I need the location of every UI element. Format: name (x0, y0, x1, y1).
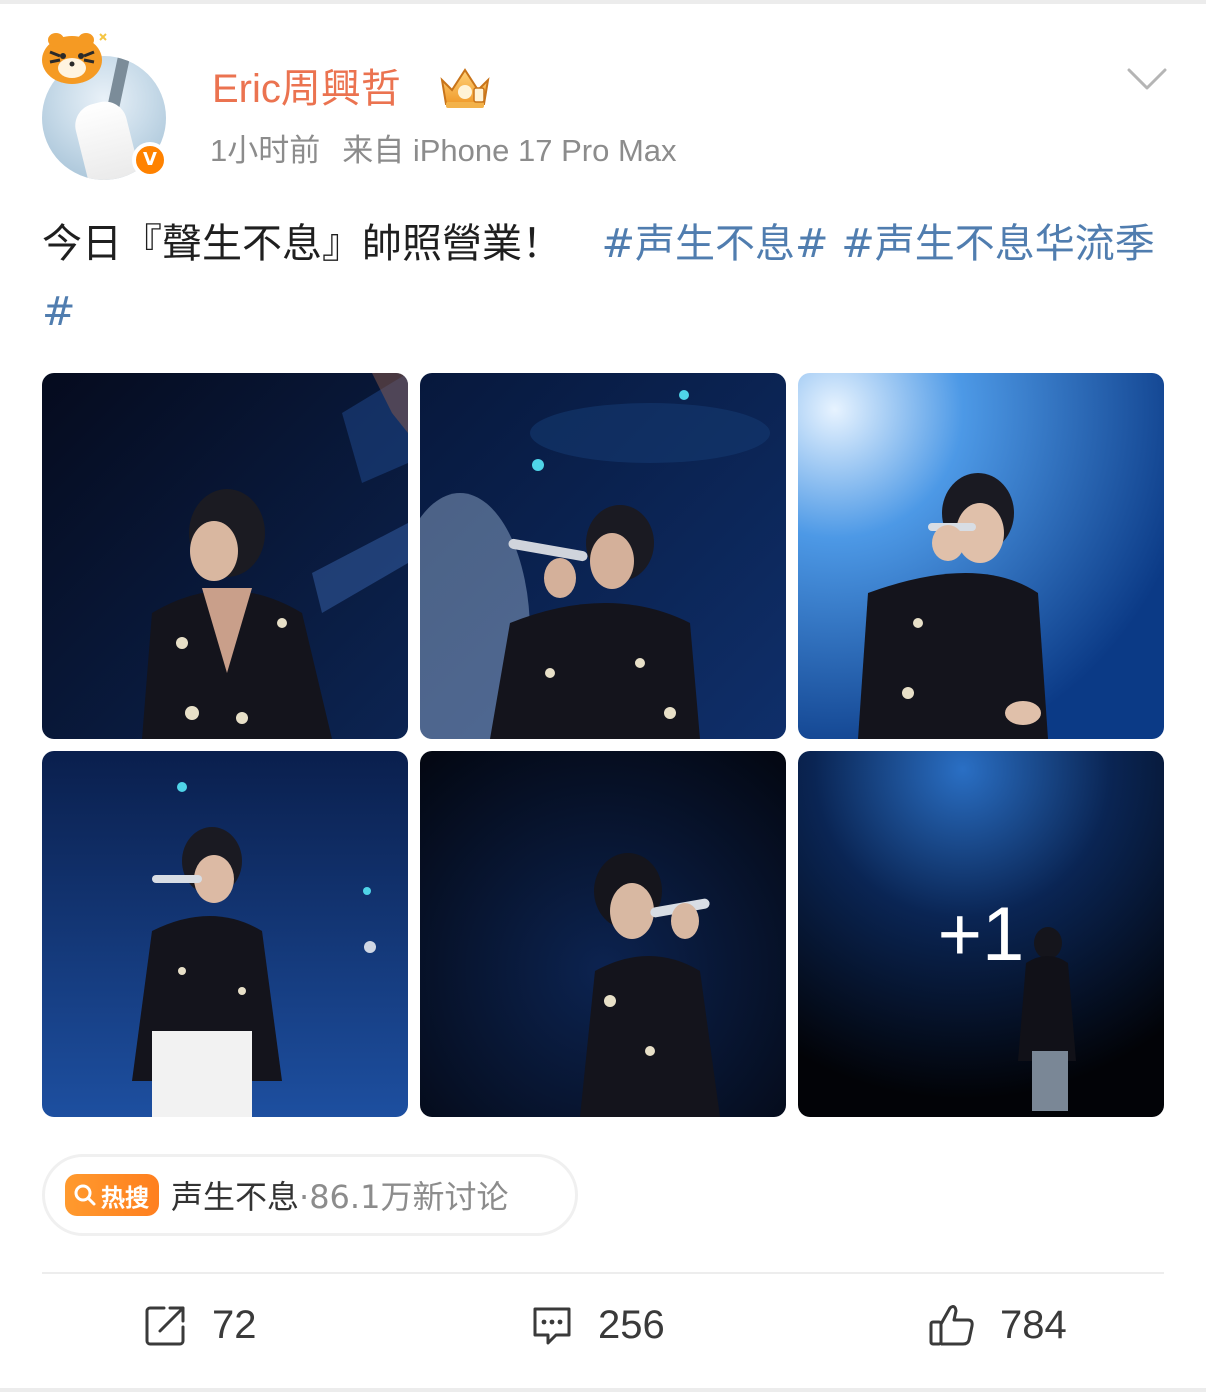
post-body-text: 今日『聲生不息』帥照營業！ (42, 221, 562, 267)
hot-search-topic-label: 声生不息 (171, 1178, 300, 1216)
hot-search-badge: 热搜 (65, 1174, 159, 1216)
weibo-post-card: V Eric周興哲 1小时前 来自 iPhone 17 Pro Max 今日『聲生… (0, 0, 1206, 1392)
repost-button[interactable]: 72 (144, 1300, 257, 1350)
photo-thumbnail-more[interactable]: +1 (798, 751, 1164, 1117)
hot-search-separator: · (299, 1178, 310, 1216)
concert-photo-image (420, 373, 786, 739)
comment-button[interactable]: 256 (530, 1300, 665, 1350)
thumbs-up-icon (929, 1305, 974, 1346)
comment-icon (533, 1307, 571, 1345)
repost-count: 72 (212, 1302, 257, 1347)
hot-search-count: 86.1万新讨论 (309, 1178, 509, 1216)
divider (42, 1272, 1164, 1274)
photo-thumbnail[interactable] (420, 373, 786, 739)
concert-photo-image (798, 373, 1164, 739)
photo-grid: +1 (42, 373, 1164, 1117)
repost-icon (145, 1306, 185, 1346)
photo-thumbnail[interactable] (420, 751, 786, 1117)
hot-search-text: 声生不息·86.1万新讨论 (171, 1172, 508, 1218)
post-text: 今日『聲生不息』帥照營業！ #声生不息# #声生不息华流季# (42, 210, 1164, 346)
like-count: 784 (1000, 1302, 1067, 1347)
photo-thumbnail[interactable] (42, 373, 408, 739)
post-meta: 1小时前 来自 iPhone 17 Pro Max (210, 130, 677, 172)
search-icon (74, 1184, 96, 1206)
avatar[interactable]: V (36, 30, 172, 180)
tiger-avatar-decoration-icon (42, 33, 107, 84)
hashtag-link[interactable]: #声生不息# (601, 221, 828, 267)
photo-thumbnail[interactable] (798, 373, 1164, 739)
post-source: 来自 iPhone 17 Pro Max (342, 133, 677, 168)
concert-photo-image (42, 373, 408, 739)
more-photos-label: +1 (937, 891, 1025, 977)
like-button[interactable]: 784 (928, 1300, 1067, 1350)
photo-thumbnail[interactable] (42, 751, 408, 1117)
hot-search-badge-label: 热搜 (101, 1183, 149, 1212)
hot-search-topic[interactable]: 热搜 声生不息·86.1万新讨论 (42, 1154, 578, 1236)
comment-count: 256 (598, 1302, 665, 1347)
post-time: 1小时前 (210, 133, 321, 168)
verified-v-icon: V (132, 142, 168, 178)
chevron-down-icon[interactable] (1126, 64, 1168, 94)
concert-photo-image (42, 751, 408, 1117)
crown-badge-icon[interactable] (436, 62, 494, 112)
concert-photo-image (420, 751, 786, 1117)
username[interactable]: Eric周興哲 (212, 62, 401, 116)
